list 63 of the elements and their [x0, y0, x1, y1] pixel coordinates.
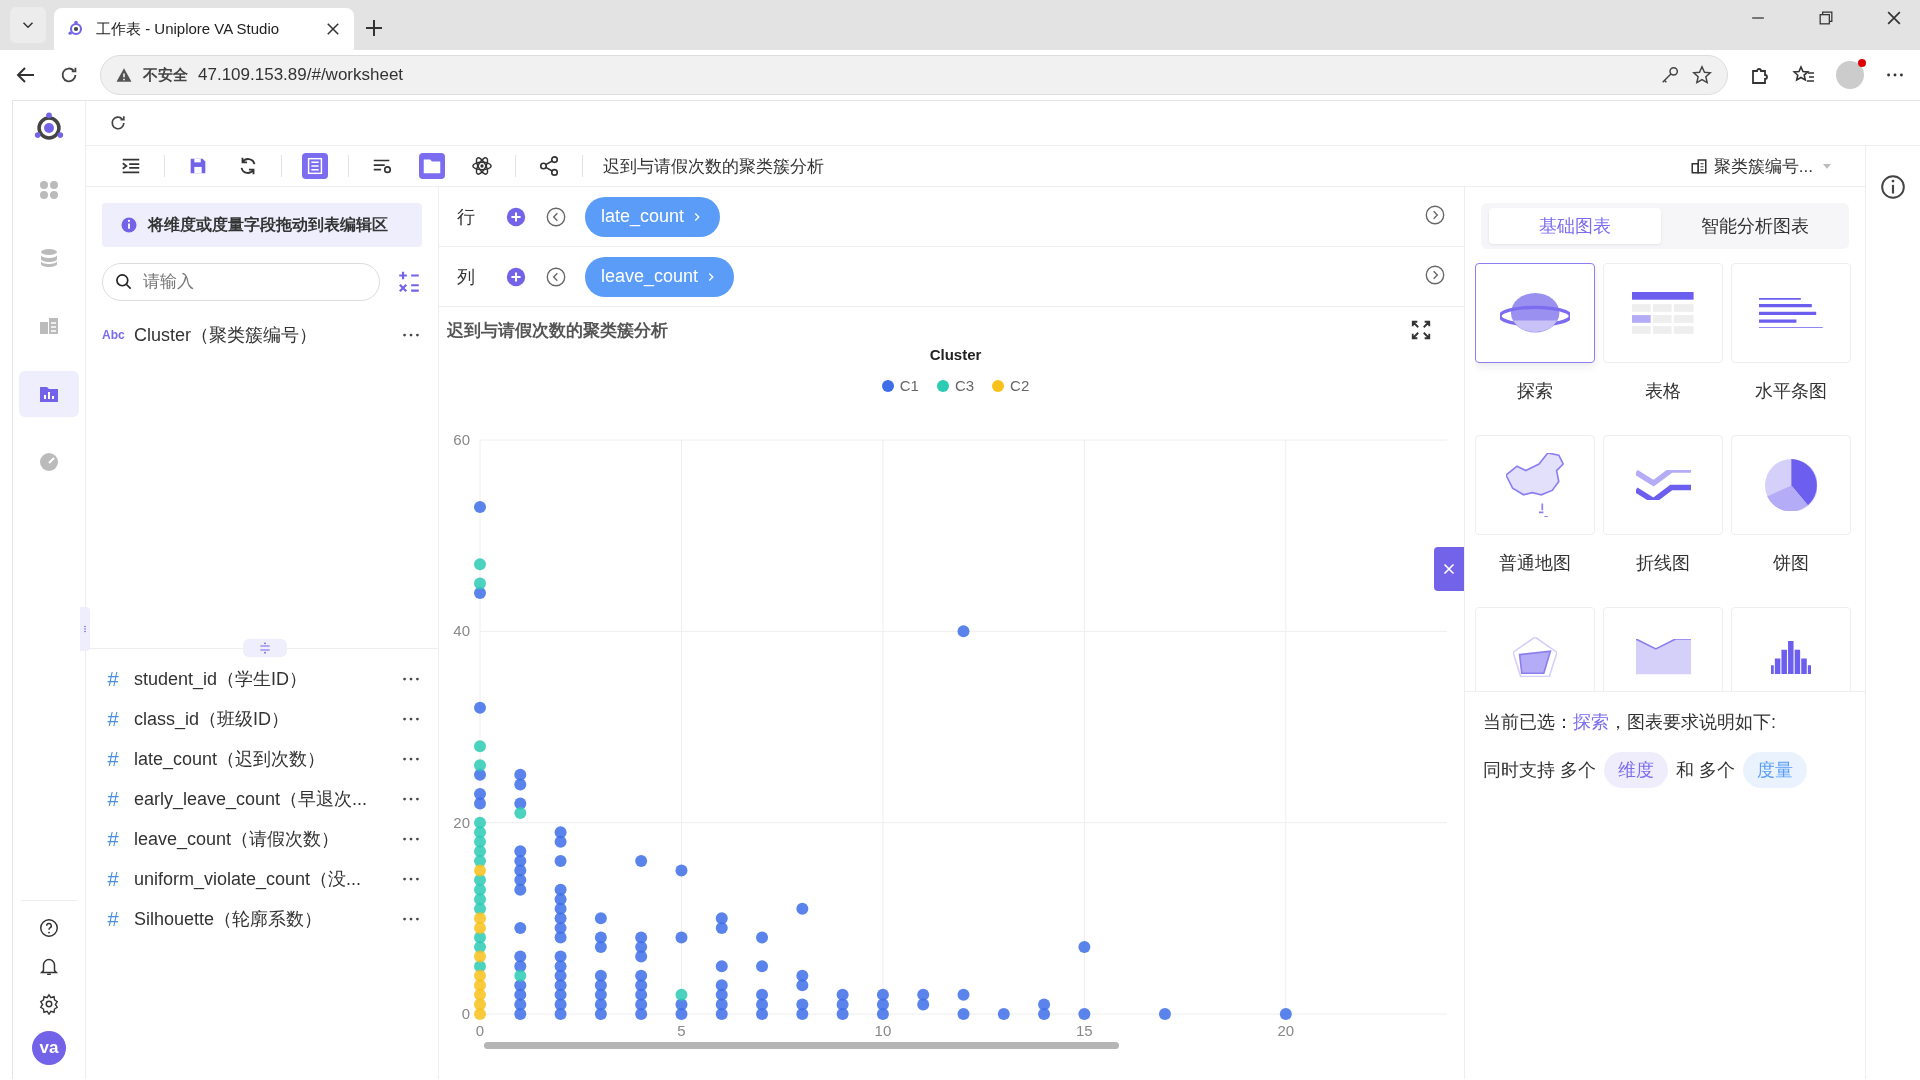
- legend-title: Cluster: [929, 346, 982, 363]
- chart-title: 迟到与请假次数的聚类簇分析: [447, 320, 668, 342]
- field-name: class_id（班级ID）: [134, 708, 291, 731]
- support-text: 同时支持 多个: [1483, 759, 1596, 782]
- field-item[interactable]: # late_count（迟到次数）: [102, 739, 422, 779]
- field-item[interactable]: # uniform_violate_count（没...: [102, 859, 422, 899]
- axis-tick-label: 20: [1277, 1022, 1295, 1039]
- browser-tab[interactable]: 工作表 - Uniplore VA Studio: [54, 8, 354, 50]
- field-item[interactable]: Abc Cluster（聚类簇编号）: [102, 315, 422, 355]
- chart-type-label: 折线图: [1636, 552, 1690, 575]
- field-item[interactable]: # leave_count（请假次数）: [102, 819, 422, 859]
- legend-item[interactable]: C3: [936, 377, 975, 394]
- field-name: leave_count（请假次数）: [134, 828, 341, 851]
- field-name: uniform_violate_count（没...: [134, 868, 363, 891]
- user-avatar[interactable]: va: [32, 1031, 66, 1065]
- field-type-label: #: [106, 867, 120, 891]
- measure-tag: 度量: [1743, 752, 1808, 788]
- hint-text: 将维度或度量字段拖动到表编辑区: [148, 214, 388, 235]
- chart-type-label: 饼图: [1773, 552, 1809, 575]
- chart-type-label: 水平条图: [1755, 380, 1827, 403]
- field-name: early_leave_count（早退次...: [134, 788, 369, 811]
- axis-tick-label: 20: [453, 813, 470, 831]
- chart-type-tab[interactable]: 智能分析图表: [1669, 208, 1841, 244]
- field-type-label: Abc: [102, 328, 124, 342]
- field-type-label: #: [106, 827, 120, 851]
- search-field[interactable]: 请输入: [102, 263, 380, 301]
- address-bar[interactable]: 不安全 47.109.153.89/#/worksheet: [100, 55, 1728, 95]
- field-type-label: #: [106, 907, 120, 931]
- worksheet-title: 迟到与请假次数的聚类簇分析: [603, 155, 824, 178]
- chart-type-tab[interactable]: 基础图表: [1489, 208, 1661, 244]
- field-item[interactable]: # class_id（班级ID）: [102, 699, 422, 739]
- axis-tick-label: 5: [677, 1022, 686, 1039]
- axis-tick-label: 15: [1076, 1022, 1093, 1039]
- selection-description: 当前已选：探索，图表要求说明如下:: [1483, 711, 1777, 734]
- axis-tick-label: 0: [475, 1022, 485, 1039]
- field-name: student_id（学生ID）: [134, 668, 309, 691]
- axis-tick-label: 60: [453, 431, 470, 448]
- url-text: 47.109.153.89/#/worksheet: [198, 65, 405, 85]
- field-item[interactable]: # Silhouette（轮廓系数）: [102, 899, 422, 939]
- dimension-tag: 维度: [1604, 752, 1668, 788]
- legend-item[interactable]: C1: [881, 377, 919, 394]
- field-item[interactable]: # student_id（学生ID）: [102, 659, 422, 699]
- chart-type-label: 普通地图: [1499, 552, 1571, 575]
- axis-tick-label: 0: [461, 1005, 470, 1022]
- field-type-label: #: [106, 667, 120, 691]
- shelf-label: 行: [457, 205, 476, 229]
- security-label: 不安全: [143, 65, 188, 85]
- field-name: Cluster（聚类簇编号）: [134, 324, 318, 347]
- field-name: late_count（迟到次数）: [134, 748, 327, 771]
- legend-item[interactable]: C2: [992, 377, 1030, 394]
- field-type-label: #: [106, 747, 120, 771]
- field-item[interactable]: # early_leave_count（早退次...: [102, 779, 422, 819]
- axis-tick-label: 10: [874, 1022, 892, 1039]
- field-name: Silhouette（轮廓系数）: [134, 908, 324, 931]
- field-type-label: #: [106, 707, 120, 731]
- dataset-selector[interactable]: 聚类簇编号...: [1689, 154, 1835, 178]
- axis-tick-label: 40: [453, 622, 470, 640]
- shelf-label: 列: [457, 265, 476, 289]
- field-type-label: #: [106, 787, 120, 811]
- support-text: 和 多个: [1676, 759, 1736, 782]
- tab-title: 工作表 - Uniplore VA Studio: [96, 19, 281, 39]
- chart-type-label: 探索: [1517, 380, 1553, 403]
- chart-type-label: 表格: [1645, 380, 1681, 403]
